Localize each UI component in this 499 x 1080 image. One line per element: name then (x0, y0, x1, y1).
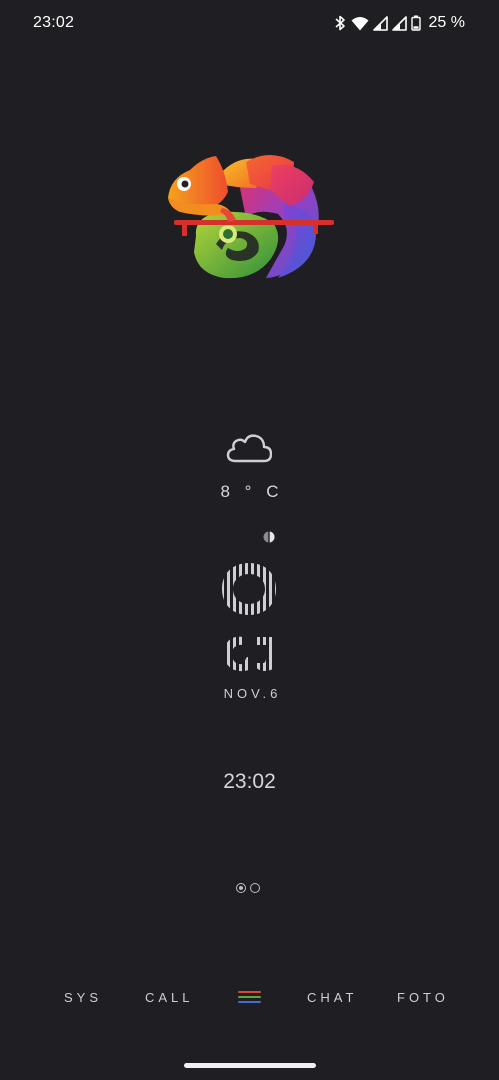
dock: SYS CALL CHAT FOTO (0, 986, 499, 1010)
page-indicator (236, 883, 260, 893)
page-dot[interactable] (250, 883, 260, 893)
dock-call[interactable]: CALL (145, 986, 194, 1010)
temperature: 8 ° C (220, 482, 284, 501)
clock-label[interactable]: 23:02 (0, 770, 499, 794)
cloud-icon[interactable] (226, 430, 272, 464)
battery-percent: 25 % (428, 14, 465, 31)
signal-icon (372, 15, 388, 31)
battery-icon (410, 15, 421, 31)
big-digit-five (224, 636, 273, 672)
moon-phase-icon (263, 531, 275, 543)
bluetooth-icon (335, 15, 345, 31)
page-dot-active[interactable] (236, 883, 246, 893)
wifi-icon (351, 16, 369, 30)
home-screen: 23:02 25 % 8 ° C NOV.6 23:02 SYS CALL CH… (0, 0, 499, 1080)
dock-chat[interactable]: CHAT (307, 986, 357, 1010)
dock-sys[interactable]: SYS (64, 986, 102, 1010)
status-time: 23:02 (33, 14, 75, 31)
menu-icon[interactable] (238, 991, 261, 1005)
chameleon-logo[interactable] (166, 148, 334, 284)
big-digit-zero (222, 563, 276, 615)
status-icons: 25 % (333, 14, 465, 32)
dock-foto[interactable]: FOTO (397, 986, 449, 1010)
date-label: NOV.6 (223, 686, 282, 701)
home-indicator[interactable] (184, 1063, 316, 1068)
signal-icon (391, 15, 407, 31)
status-bar: 23:02 25 % (0, 0, 499, 46)
